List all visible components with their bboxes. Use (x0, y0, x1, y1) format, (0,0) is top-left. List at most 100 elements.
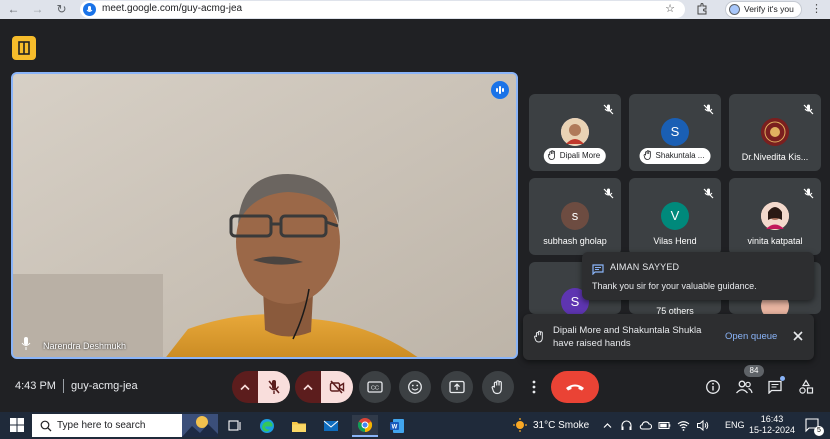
mic-off-icon (268, 380, 280, 394)
close-icon[interactable] (791, 329, 805, 343)
raised-hands-line2: have raised hands (553, 338, 631, 349)
cloud-icon[interactable] (639, 419, 652, 432)
raised-hand-icon (547, 150, 555, 160)
reactions-button[interactable] (399, 371, 431, 403)
profile-chip[interactable]: Verify it's you (725, 1, 802, 18)
camera-toggle-button[interactable] (321, 371, 353, 403)
people-button[interactable] (733, 376, 755, 398)
audio-options-button[interactable] (232, 371, 258, 403)
windows-start-icon[interactable] (10, 418, 24, 432)
raise-hand-icon (491, 380, 502, 395)
chevron-up-icon (240, 384, 250, 391)
notification-count-badge: 5 (814, 426, 824, 436)
svg-text:W: W (392, 425, 398, 431)
weather-sun-icon[interactable] (513, 418, 527, 432)
camera-off-icon (329, 380, 345, 394)
chat-sender-name: AIMAN SAYYED (610, 262, 680, 272)
participant-avatar (561, 118, 589, 146)
taskbar-search-placeholder: Type here to search (57, 420, 146, 431)
speaker-name: Narendra Deshmukh (43, 341, 127, 351)
search-highlight-image (182, 414, 218, 437)
raised-hand-chip: Dipali More (543, 148, 607, 164)
participant-avatar: s (561, 202, 589, 230)
clock-date: 15-12-2024 (748, 425, 796, 435)
weather-text[interactable]: 31°C Smoke (533, 420, 589, 431)
raised-hands-message: Dipali More and Shakuntala Shukla have r… (553, 324, 733, 350)
participant-tile[interactable]: vinita katpatal (729, 178, 821, 255)
clock-time: 16:43 (760, 414, 784, 424)
speaking-indicator-icon (491, 81, 509, 99)
participant-name: Shakuntala ... (655, 151, 705, 160)
search-icon (40, 419, 52, 432)
reload-icon[interactable]: ↻ (54, 2, 69, 17)
taskbar-search-box[interactable]: Type here to search (32, 414, 218, 437)
chat-icon (768, 380, 782, 394)
captions-button[interactable]: CC (359, 371, 391, 403)
raise-hand-button[interactable] (482, 371, 514, 403)
meet-logo (12, 36, 36, 60)
participant-count-badge: 84 (744, 365, 764, 377)
participant-tile[interactable]: s subhash gholap (529, 178, 621, 255)
address-bar[interactable]: meet.google.com/guy-acmg-jea ☆ (80, 1, 685, 18)
edge-browser-icon[interactable] (256, 415, 278, 437)
extensions-icon[interactable] (696, 2, 708, 15)
mic-off-icon (703, 102, 714, 115)
file-explorer-icon[interactable] (288, 415, 310, 437)
leave-call-button[interactable] (551, 371, 599, 403)
meeting-time: 4:43 PM (15, 380, 56, 392)
participant-name: vinita katpatal (747, 236, 803, 246)
chevron-up-icon[interactable] (601, 419, 614, 432)
battery-icon[interactable] (658, 419, 671, 432)
participant-name: Dr.Nivedita Kis... (741, 152, 809, 162)
mic-off-icon (603, 102, 614, 115)
chrome-browser-icon[interactable] (352, 415, 378, 437)
participant-avatar: V (661, 202, 689, 230)
people-icon (736, 380, 753, 394)
speaker-video (13, 74, 516, 357)
participant-avatar (761, 202, 789, 230)
microphone-toggle-button[interactable] (258, 371, 290, 403)
hang-up-icon (566, 384, 584, 391)
raised-hand-chip: Shakuntala ... (639, 148, 711, 164)
forward-arrow-icon[interactable]: → (30, 2, 45, 17)
wifi-icon[interactable] (677, 419, 690, 432)
bookmark-star-icon[interactable]: ☆ (665, 2, 675, 15)
participant-tile[interactable]: S Shakuntala ... (629, 94, 721, 171)
raised-hands-toast: Dipali More and Shakuntala Shukla have r… (523, 314, 814, 360)
task-view-icon[interactable] (224, 415, 246, 437)
browser-menu-icon[interactable]: ⋮ (811, 2, 822, 15)
info-icon (706, 380, 720, 394)
closed-captions-icon: CC (367, 381, 383, 393)
participant-tile[interactable]: Dipali More (529, 94, 621, 171)
input-language[interactable]: ENG (725, 420, 745, 430)
raised-hand-icon (534, 330, 545, 343)
activities-icon (799, 379, 814, 394)
participant-name: Dipali More (559, 151, 601, 160)
system-clock[interactable]: 16:43 15-12-2024 (746, 414, 798, 436)
open-queue-button[interactable]: Open queue (725, 331, 777, 342)
site-info-icon[interactable] (83, 3, 96, 16)
activities-button[interactable] (795, 376, 817, 398)
word-icon[interactable]: W (386, 415, 408, 437)
participant-tile[interactable]: V Vilas Hend (629, 178, 721, 255)
profile-label: Verify it's you (744, 4, 794, 14)
raised-hand-icon (643, 150, 651, 160)
raised-hands-line1: Dipali More and Shakuntala Shukla (553, 325, 702, 336)
back-arrow-icon[interactable]: ← (6, 2, 21, 17)
video-options-button[interactable] (295, 371, 321, 403)
speaker-volume-icon[interactable] (696, 419, 709, 432)
mail-icon[interactable] (320, 415, 342, 437)
headset-icon[interactable] (620, 419, 633, 432)
meeting-details-button[interactable] (702, 376, 724, 398)
chevron-up-icon (303, 384, 313, 391)
unread-chat-indicator (780, 376, 785, 381)
mic-off-icon (803, 186, 814, 199)
more-options-button[interactable] (522, 371, 546, 403)
main-speaker-tile[interactable]: Narendra Deshmukh (11, 72, 518, 359)
chat-message-toast[interactable]: AIMAN SAYYED Thank you sir for your valu… (582, 252, 814, 300)
svg-text:CC: CC (371, 386, 379, 392)
windows-taskbar: Type here to search W 31°C Smoke ENG 16:… (0, 412, 830, 439)
participant-tile[interactable]: Dr.Nivedita Kis... (729, 94, 821, 171)
present-screen-button[interactable] (441, 371, 473, 403)
participant-name: subhash gholap (543, 236, 607, 246)
